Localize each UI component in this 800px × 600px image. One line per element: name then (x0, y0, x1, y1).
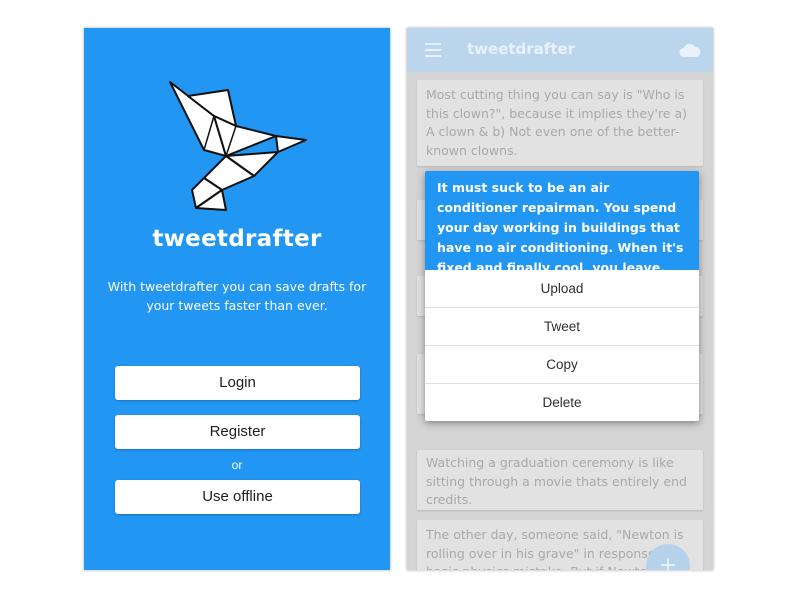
tweet-button[interactable]: Tweet (425, 308, 699, 346)
appbar-title: tweetdrafter (467, 40, 576, 58)
tagline: With tweetdrafter you can save drafts fo… (107, 279, 367, 313)
draft-text: Most cutting thing you can say is "Who i… (426, 87, 687, 158)
draft-card[interactable]: Watching a graduation ceremony is like s… (417, 450, 703, 510)
draft-text: Watching a graduation ceremony is like s… (426, 455, 687, 507)
delete-button[interactable]: Delete (425, 384, 699, 421)
cloud-icon[interactable] (679, 42, 701, 58)
draft-card[interactable]: Most cutting thing you can say is "Who i… (417, 80, 703, 166)
drafts-screen: tweetdrafter Most cutting thing you can … (407, 28, 713, 570)
or-separator: or (231, 458, 243, 472)
copy-button[interactable]: Copy (425, 346, 699, 384)
app-title: tweetdrafter (152, 226, 322, 252)
popup-draft-text: It must suck to be an air conditioner re… (425, 171, 699, 275)
app-bar: tweetdrafter (407, 28, 713, 72)
origami-bird-logo (169, 81, 307, 211)
draft-actions-popup: It must suck to be an air conditioner re… (425, 171, 699, 421)
use-offline-button[interactable]: Use offline (115, 480, 360, 514)
register-button[interactable]: Register (115, 415, 360, 449)
login-button[interactable]: Login (115, 366, 360, 400)
hamburger-menu-icon[interactable] (425, 43, 441, 57)
welcome-screen: tweetdrafter With tweetdrafter you can s… (84, 28, 390, 570)
